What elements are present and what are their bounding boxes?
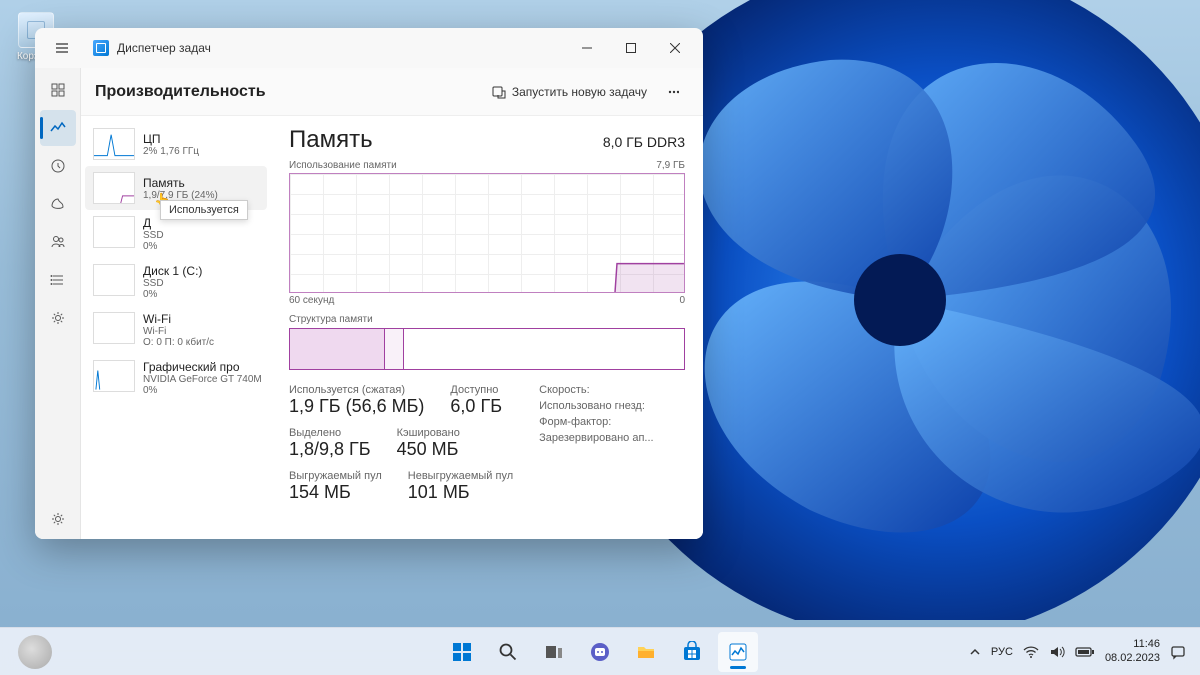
minimize-button[interactable] <box>565 29 609 67</box>
memory-usage-chart <box>289 173 685 293</box>
memory-struct-label: Структура памяти <box>289 314 685 325</box>
run-new-task-button[interactable]: Запустить новую задачу <box>482 79 657 105</box>
hw-reserved: Зарезервировано ап... <box>539 432 653 444</box>
tray-chevron-icon[interactable] <box>969 646 981 658</box>
more-button[interactable] <box>657 79 689 105</box>
app-icon <box>93 40 109 56</box>
nav-performance[interactable] <box>40 110 76 146</box>
store-button[interactable] <box>672 632 712 672</box>
gpu-s2: 0% <box>143 385 259 396</box>
d1-s2: 0% <box>143 289 202 300</box>
gpu-s1: NVIDIA GeForce GT 740M <box>143 374 259 385</box>
close-button[interactable] <box>653 29 697 67</box>
nav-users[interactable] <box>40 224 76 260</box>
run-task-icon <box>492 85 506 99</box>
perf-item-cpu[interactable]: ЦП2% 1,76 ГГц <box>85 122 267 166</box>
detail-spec: 8,0 ГБ DDR3 <box>603 134 685 150</box>
toolbar: Производительность Запустить новую задач… <box>81 68 703 116</box>
section-title: Производительность <box>95 83 266 101</box>
nav-history[interactable] <box>40 148 76 184</box>
used-val: 1,9 ГБ (56,6 МБ) <box>289 396 424 417</box>
hardware-info: Скорость: Использовано гнезд: Форм-факто… <box>539 384 653 503</box>
nav-details[interactable] <box>40 262 76 298</box>
start-button[interactable] <box>442 632 482 672</box>
battery-icon[interactable] <box>1075 646 1095 658</box>
cpu-name: ЦП <box>143 132 199 146</box>
clock-date: 08.02.2023 <box>1105 652 1160 665</box>
weather-widget[interactable] <box>18 635 52 669</box>
nav-services[interactable] <box>40 300 76 336</box>
window-title: Диспетчер задач <box>117 41 211 55</box>
alloc-val: 1,8/9,8 ГБ <box>289 439 371 460</box>
chart-label-left: Использование памяти <box>289 160 397 171</box>
volume-icon[interactable] <box>1049 645 1065 659</box>
titlebar: Диспетчер задач <box>35 28 703 68</box>
paged-label: Выгружаемый пул <box>289 470 382 482</box>
d0-s1: SSD <box>143 230 164 241</box>
explorer-button[interactable] <box>626 632 666 672</box>
perf-item-gpu[interactable]: Графический проNVIDIA GeForce GT 740M0% <box>85 354 267 402</box>
nav-startup[interactable] <box>40 186 76 222</box>
perf-item-disk0[interactable]: ДSSD0% <box>85 210 267 258</box>
wifi-name: Wi-Fi <box>143 312 214 326</box>
nonpaged-val: 101 МБ <box>408 482 513 503</box>
hw-slots: Использовано гнезд: <box>539 400 653 412</box>
hamburger-button[interactable] <box>45 31 79 65</box>
avail-label: Доступно <box>450 384 502 396</box>
d0-s2: 0% <box>143 241 164 252</box>
nav-rail <box>35 68 81 539</box>
perf-item-disk1[interactable]: Диск 1 (C:)SSD0% <box>85 258 267 306</box>
d1-name: Диск 1 (C:) <box>143 264 202 278</box>
d0-name: Д <box>143 216 164 230</box>
performance-list: ЦП2% 1,76 ГГц Память1,9/7,9 ГБ (24%) 👆 И… <box>81 116 271 539</box>
chart-x-right: 0 <box>679 295 685 306</box>
chat-button[interactable] <box>580 632 620 672</box>
taskmgr-taskbar-button[interactable] <box>718 632 758 672</box>
nav-settings[interactable] <box>40 501 76 537</box>
taskbar: РУС 11:4608.02.2023 <box>0 627 1200 675</box>
wifi-icon[interactable] <box>1023 645 1039 659</box>
detail-pane: Память 8,0 ГБ DDR3 Использование памяти 7… <box>271 116 703 539</box>
notifications-icon[interactable] <box>1170 644 1186 660</box>
hw-form: Форм-фактор: <box>539 416 653 428</box>
d1-s1: SSD <box>143 278 202 289</box>
cached-label: Кэшировано <box>397 427 460 439</box>
perf-item-wifi[interactable]: Wi-FiWi-FiО: 0 П: 0 кбит/с <box>85 306 267 354</box>
detail-title: Память <box>289 126 373 154</box>
clock-time: 11:46 <box>1105 638 1160 651</box>
clock[interactable]: 11:4608.02.2023 <box>1105 638 1160 664</box>
hw-speed: Скорость: <box>539 384 653 396</box>
mem-name: Память <box>143 176 218 190</box>
chart-label-right: 7,9 ГБ <box>656 160 685 171</box>
perf-item-memory[interactable]: Память1,9/7,9 ГБ (24%) 👆 Используется <box>85 166 267 210</box>
language-indicator[interactable]: РУС <box>991 646 1013 658</box>
alloc-label: Выделено <box>289 427 371 439</box>
cached-val: 450 МБ <box>397 439 460 460</box>
used-label: Используется (сжатая) <box>289 384 424 396</box>
chart-x-left: 60 секунд <box>289 295 334 306</box>
search-button[interactable] <box>488 632 528 672</box>
paged-val: 154 МБ <box>289 482 382 503</box>
avail-val: 6,0 ГБ <box>450 396 502 417</box>
nonpaged-label: Невыгружаемый пул <box>408 470 513 482</box>
wifi-s1: Wi-Fi <box>143 326 214 337</box>
taskview-button[interactable] <box>534 632 574 672</box>
run-new-task-label: Запустить новую задачу <box>512 85 647 99</box>
nav-processes[interactable] <box>40 72 76 108</box>
maximize-button[interactable] <box>609 29 653 67</box>
gpu-name: Графический про <box>143 360 259 374</box>
cpu-sub: 2% 1,76 ГГц <box>143 146 199 157</box>
task-manager-window: Диспетчер задач Производительность Запус… <box>35 28 703 539</box>
wifi-s2: О: 0 П: 0 кбит/с <box>143 337 214 348</box>
memory-composition-bar <box>289 328 685 370</box>
